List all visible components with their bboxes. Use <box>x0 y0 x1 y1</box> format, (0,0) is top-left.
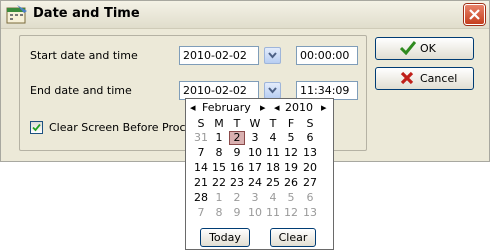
calendar-day[interactable]: 20 <box>302 161 318 175</box>
title-bar[interactable]: Date and Time <box>1 1 489 29</box>
ok-label: OK <box>420 42 436 55</box>
next-month-arrow-icon[interactable]: ▸ <box>260 101 266 114</box>
calendar-day[interactable]: 5 <box>283 131 299 145</box>
clear-screen-checkbox[interactable] <box>30 121 43 134</box>
chevron-down-icon <box>268 87 277 94</box>
weekday-label: M <box>214 117 224 130</box>
calendar-day[interactable]: 4 <box>265 191 281 205</box>
end-date-dropdown-button[interactable] <box>264 82 281 99</box>
calendar-day[interactable]: 12 <box>283 206 299 220</box>
calendar-day-selected[interactable]: 2 <box>229 131 245 145</box>
calendar-day[interactable]: 1 <box>211 191 227 205</box>
calendar-month: February <box>202 101 251 114</box>
checkmark-icon <box>400 41 416 55</box>
weekday-label: F <box>287 117 295 130</box>
calendar-day[interactable]: 11 <box>265 146 281 160</box>
cancel-button[interactable]: Cancel <box>375 67 474 90</box>
close-button[interactable] <box>464 4 485 25</box>
weekday-label: T <box>269 117 277 130</box>
calendar-day[interactable]: 9 <box>229 146 245 160</box>
prev-year-arrow-icon[interactable]: ◂ <box>274 101 280 114</box>
start-date-dropdown-button[interactable] <box>264 47 281 64</box>
start-date-field[interactable]: 2010-02-02 <box>179 46 259 65</box>
calendar-day[interactable]: 3 <box>247 191 263 205</box>
calendar-day[interactable]: 14 <box>193 161 209 175</box>
calendar-day[interactable]: 6 <box>302 131 318 145</box>
cancel-x-icon <box>400 71 414 85</box>
close-icon <box>469 9 480 20</box>
calendar-day[interactable]: 9 <box>229 206 245 220</box>
calendar-day[interactable]: 23 <box>229 176 245 190</box>
cancel-label: Cancel <box>420 72 458 85</box>
calendar-day[interactable]: 28 <box>193 191 209 205</box>
calendar-year: 2010 <box>285 101 313 114</box>
clear-screen-label: Clear Screen Before Proce <box>49 121 193 134</box>
calendar-day[interactable]: 8 <box>211 146 227 160</box>
window-title: Date and Time <box>33 6 140 21</box>
calendar-day[interactable]: 7 <box>193 206 209 220</box>
calendar-day[interactable]: 31 <box>193 131 209 145</box>
calendar-day[interactable]: 10 <box>247 146 263 160</box>
calendar-day[interactable]: 2 <box>229 191 245 205</box>
chevron-down-icon <box>268 52 277 59</box>
calendar-day[interactable]: 18 <box>265 161 281 175</box>
calendar-day[interactable]: 3 <box>247 131 263 145</box>
start-time-field[interactable]: 00:00:00 <box>296 46 358 65</box>
calendar-clear-button[interactable]: Clear <box>270 228 316 247</box>
weekday-label: S <box>306 117 314 130</box>
calendar-day[interactable]: 5 <box>283 191 299 205</box>
today-button[interactable]: Today <box>200 228 250 247</box>
calendar-day[interactable]: 26 <box>283 176 299 190</box>
next-year-arrow-icon[interactable]: ▸ <box>321 101 327 114</box>
calendar-header: ◂ February ▸ ◂ 2010 ▸ <box>186 99 333 117</box>
calendar-day[interactable]: 8 <box>211 206 227 220</box>
end-date-label: End date and time <box>30 84 132 97</box>
calendar-day[interactable]: 4 <box>265 131 281 145</box>
weekday-label: T <box>233 117 241 130</box>
calendar-day[interactable]: 10 <box>247 206 263 220</box>
calendar-day[interactable]: 12 <box>283 146 299 160</box>
calendar-day[interactable]: 21 <box>193 176 209 190</box>
calendar-popup: ◂ February ▸ ◂ 2010 ▸ SMTWTFS 31 1 2 3 4 5 6 7 8… <box>185 98 334 250</box>
calendar-day[interactable]: 6 <box>302 191 318 205</box>
weekday-label: W <box>249 117 261 130</box>
ok-button[interactable]: OK <box>375 37 474 60</box>
calendar-day[interactable]: 17 <box>247 161 263 175</box>
calendar-day[interactable]: 22 <box>211 176 227 190</box>
calendar-window-icon <box>5 3 29 25</box>
calendar-day[interactable]: 25 <box>265 176 281 190</box>
calendar-day[interactable]: 13 <box>302 146 318 160</box>
calendar-day[interactable]: 27 <box>302 176 318 190</box>
calendar-day[interactable]: 7 <box>193 146 209 160</box>
weekday-label: S <box>197 117 205 130</box>
calendar-day[interactable]: 19 <box>283 161 299 175</box>
calendar-day[interactable]: 1 <box>211 131 227 145</box>
calendar-day[interactable]: 16 <box>229 161 245 175</box>
calendar-day[interactable]: 11 <box>265 206 281 220</box>
checkmark-icon <box>32 123 41 132</box>
calendar-day[interactable]: 13 <box>302 206 318 220</box>
calendar-day[interactable]: 24 <box>247 176 263 190</box>
calendar-day[interactable]: 15 <box>211 161 227 175</box>
start-date-label: Start date and time <box>30 49 138 62</box>
prev-month-arrow-icon[interactable]: ◂ <box>190 101 196 114</box>
